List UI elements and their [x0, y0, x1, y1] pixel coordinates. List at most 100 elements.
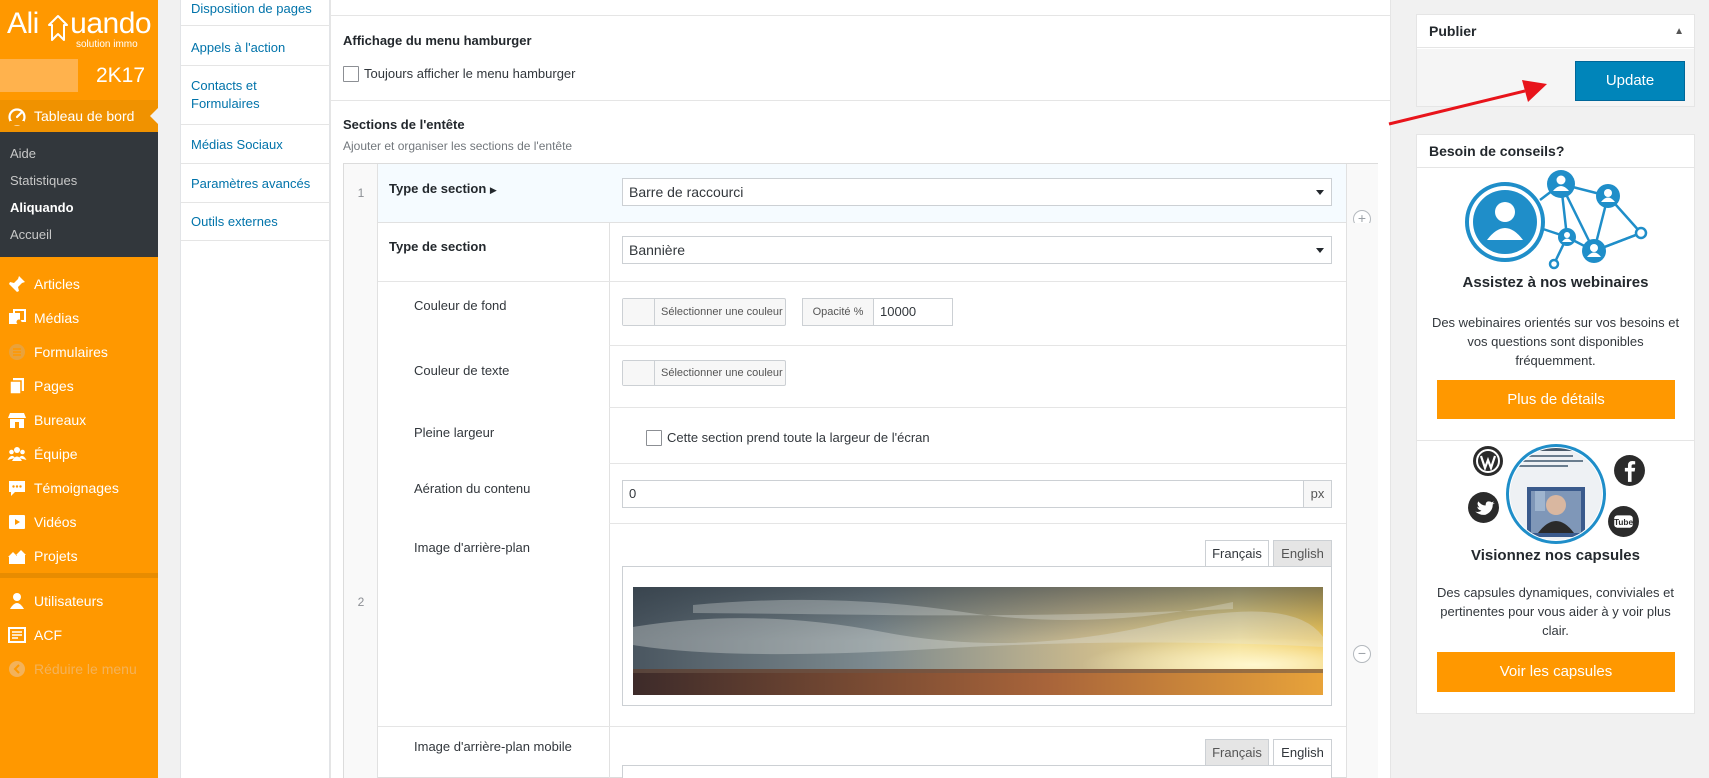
submenu-accueil[interactable]: Accueil: [10, 227, 52, 243]
opacity-addon: Opacité %: [802, 298, 874, 326]
hamburger-checkbox-label: Toujours afficher le menu hamburger: [364, 66, 576, 81]
padding-label: Aération du contenu: [414, 481, 531, 496]
chevron-down-icon: [1316, 248, 1324, 253]
subnav-item[interactable]: Paramètres avancés: [181, 164, 331, 203]
subnav-item[interactable]: Disposition de pages: [181, 0, 331, 26]
capsules-button[interactable]: Voir les capsules: [1437, 652, 1675, 692]
tab-english-mobile[interactable]: English: [1273, 739, 1332, 766]
row-index: 2: [357, 595, 365, 609]
settings-subnav: Disposition de pages Appels à l'action C…: [180, 0, 331, 778]
capsules-text: Des capsules dynamiques, conviviales et …: [1436, 585, 1674, 638]
menu-label: Pages: [34, 378, 74, 394]
row-1-actions: +: [1346, 164, 1378, 228]
subnav-item[interactable]: Outils externes: [181, 203, 331, 241]
menu-label: Bureaux: [34, 412, 87, 428]
publish-title: Publier: [1429, 23, 1477, 39]
advice-box-header: Besoin de conseils?: [1417, 135, 1694, 168]
advice-title: Besoin de conseils?: [1429, 143, 1565, 159]
remove-row-icon[interactable]: −: [1353, 645, 1371, 663]
submenu-aliquando[interactable]: Aliquando: [10, 200, 74, 216]
publish-box-header[interactable]: Publier ▲: [1417, 15, 1694, 48]
row-index: 1: [357, 186, 365, 200]
update-button[interactable]: Update: [1575, 61, 1685, 101]
annotation-arrow: [1388, 80, 1547, 126]
house-pin-icon: [48, 15, 68, 41]
svg-text:Tube: Tube: [1614, 518, 1634, 527]
webinar-title: Assistez à nos webinaires: [1462, 274, 1649, 291]
logo-tagline: solution immo: [76, 39, 138, 50]
row-1-type-select[interactable]: Barre de raccourci: [622, 178, 1332, 206]
header-sections-description: Ajouter et organiser les sections de l'e…: [343, 139, 573, 153]
tab-francais[interactable]: Français: [1205, 540, 1269, 567]
row-2-type-label: Type de section: [389, 239, 487, 254]
full-width-checkbox[interactable]: [646, 430, 662, 446]
divider: [1417, 440, 1694, 441]
padding-input[interactable]: 0: [622, 480, 1304, 508]
subnav-label: Paramètres avancés: [191, 176, 311, 191]
menu-label: Médias: [34, 310, 80, 326]
subnav-item[interactable]: Médias Sociaux: [181, 125, 331, 164]
capsule-video-thumbnail[interactable]: [1505, 443, 1607, 545]
row-2-type-select[interactable]: Bannière: [622, 236, 1332, 264]
divider: [331, 15, 1390, 16]
subnav-item[interactable]: Contacts et Formulaires: [181, 66, 331, 125]
divider: [609, 463, 1346, 464]
twitter-icon[interactable]: [1467, 491, 1500, 524]
bg-color-picker[interactable]: Sélectionner une couleur: [622, 298, 786, 326]
subnav-label: Outils externes: [191, 214, 278, 229]
webinar-network-icon: [1465, 170, 1648, 270]
menu-label: Vidéos: [34, 514, 77, 530]
header-sections-title: Sections de l'entête: [343, 117, 465, 132]
row-1-type-label[interactable]: Type de section ▶: [389, 181, 497, 198]
divider: [609, 523, 1346, 524]
divider: [331, 100, 1390, 101]
wordpress-icon[interactable]: [1472, 445, 1504, 477]
subnav-label: Appels à l'action: [191, 40, 286, 55]
submenu-statistiques[interactable]: Statistiques: [10, 173, 77, 189]
collapse-toggle-icon[interactable]: ▲: [1674, 15, 1684, 48]
brand-logo[interactable]: Ali uando solution immo: [0, 0, 158, 56]
text-color-picker[interactable]: Sélectionner une couleur: [622, 360, 786, 386]
facebook-icon[interactable]: [1613, 454, 1646, 487]
full-width-checkbox-label: Cette section prend toute la largeur de …: [667, 430, 930, 445]
bg-image-mobile-field[interactable]: [622, 765, 1332, 778]
menu-label: ACF: [34, 627, 62, 643]
pin-icon: [9, 276, 25, 292]
video-icon: [9, 515, 25, 529]
menu-item-tableau-de-bord[interactable]: Tableau de bord: [0, 100, 158, 132]
subnav-item[interactable]: Appels à l'action: [181, 26, 331, 66]
divider: [609, 345, 1346, 346]
menu-label: Articles: [34, 276, 80, 292]
menu-separator: [0, 573, 158, 578]
opacity-input[interactable]: 10000: [873, 298, 953, 326]
type-label-text: Type de section: [389, 181, 487, 196]
hamburger-checkbox[interactable]: [343, 66, 359, 82]
webinar-details-button[interactable]: Plus de détails: [1437, 380, 1675, 419]
team-icon: [7, 447, 27, 461]
youtube-icon[interactable]: Tube: [1607, 505, 1640, 538]
bg-image-label: Image d'arrière-plan: [414, 540, 530, 555]
user-icon: [10, 593, 24, 609]
wp-admin-screen: Ali uando solution immo 2K17 Tableau de …: [0, 0, 1709, 778]
bg-image-preview[interactable]: [633, 587, 1323, 695]
capsules-title: Visionnez nos capsules: [1471, 547, 1640, 564]
comment-icon: [9, 481, 25, 496]
submenu-aide[interactable]: Aide: [10, 146, 36, 162]
menu-label: Tableau de bord: [34, 108, 135, 124]
bg-image-field[interactable]: [622, 566, 1332, 706]
tab-francais-mobile[interactable]: Français: [1205, 739, 1269, 766]
tab-english[interactable]: English: [1273, 540, 1332, 567]
building-icon: [8, 550, 26, 564]
hamburger-title: Affichage du menu hamburger: [343, 33, 532, 48]
row-handle[interactable]: 1: [344, 164, 378, 223]
pages-icon: [9, 378, 24, 395]
row-handle[interactable]: 2: [344, 223, 378, 778]
divider: [378, 726, 1346, 727]
media-icon: [9, 309, 26, 325]
subnav-label: Disposition de pages: [191, 1, 312, 16]
sections-repeater: 1 Type de section ▶ Barre de raccourci +…: [343, 163, 1378, 778]
brand-version: 2K17: [96, 64, 146, 87]
select-color-label: Sélectionner une couleur: [661, 367, 783, 379]
dashboard-icon: [8, 108, 26, 126]
forms-icon: [9, 344, 25, 360]
